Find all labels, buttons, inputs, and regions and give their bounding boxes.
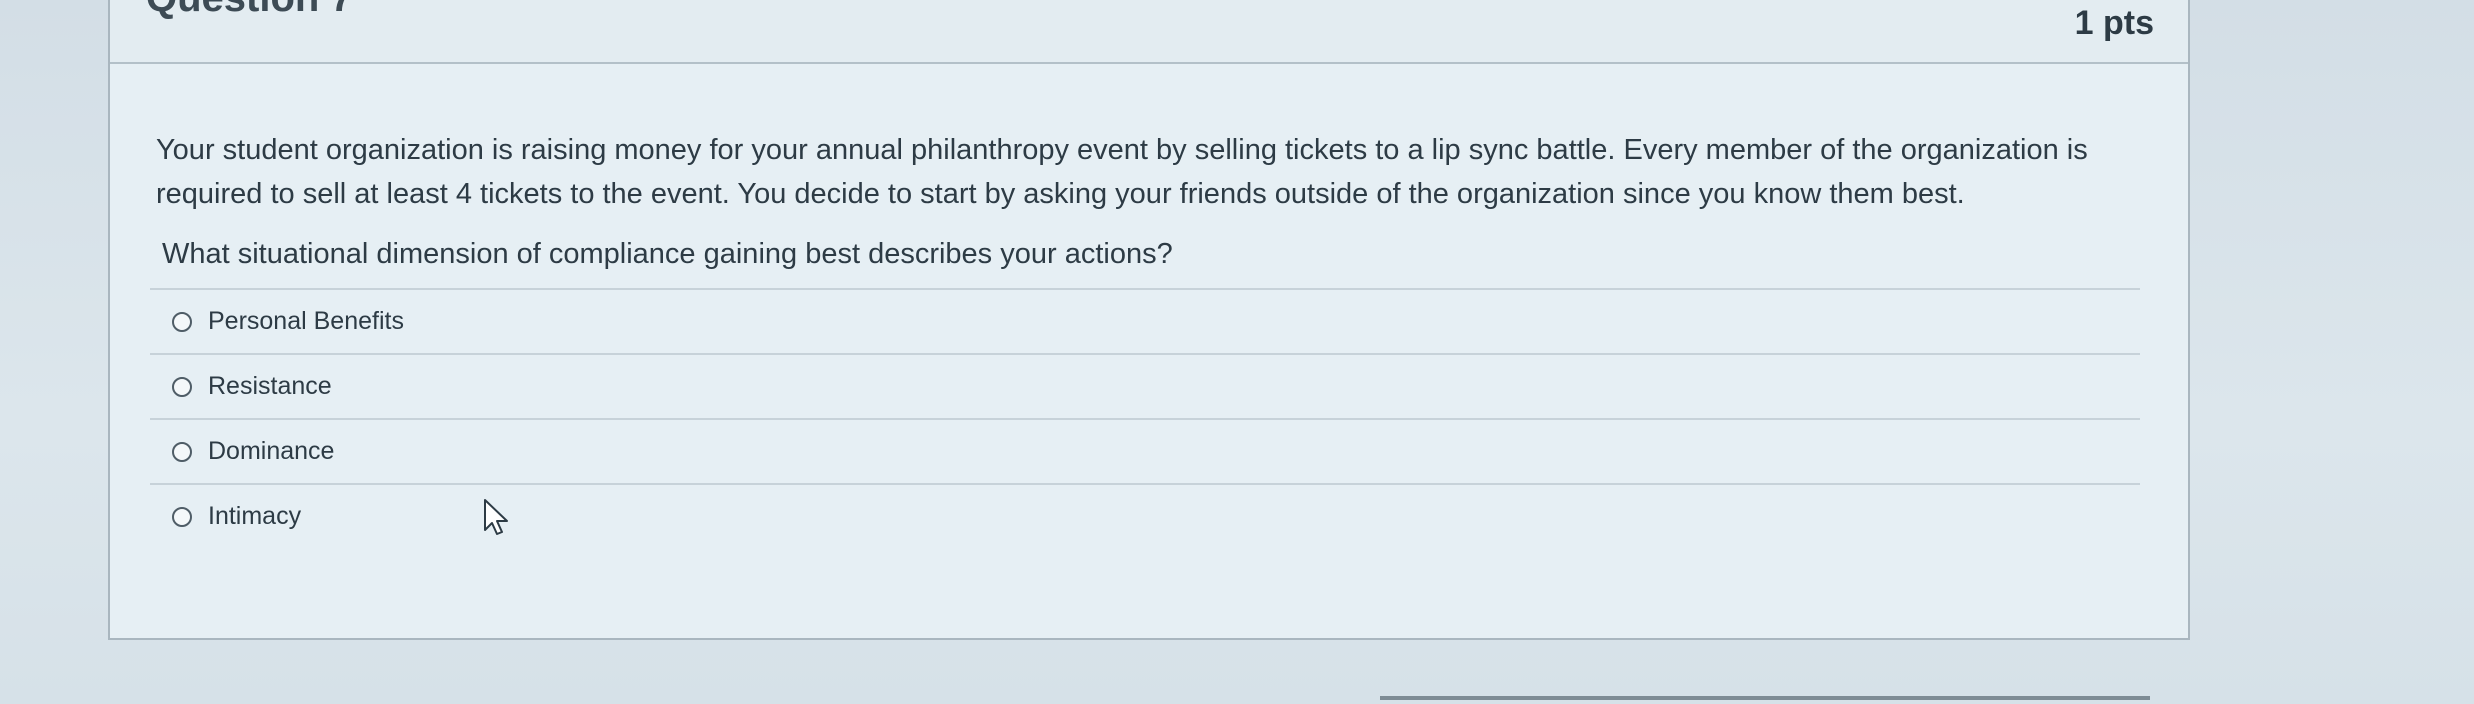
answer-option-resistance[interactable]: Resistance [150, 355, 2140, 420]
question-header: Question 7 1 pts [110, 0, 2188, 64]
answer-label: Resistance [208, 372, 332, 400]
answer-label: Intimacy [208, 502, 302, 530]
radio-button[interactable] [172, 376, 192, 397]
answer-option-personal-benefits[interactable]: Personal Benefits [150, 290, 2140, 355]
answer-option-dominance[interactable]: Dominance [150, 420, 2140, 485]
question-body: Your student organization is raising mon… [156, 128, 2136, 276]
answer-list: Personal Benefits Resistance Dominance I… [150, 288, 2140, 548]
answer-label: Personal Benefits [208, 307, 404, 335]
answer-label: Dominance [208, 437, 335, 465]
question-prompt: Your student organization is raising mon… [156, 134, 2088, 210]
radio-button[interactable] [172, 506, 192, 527]
question-panel: Question 7 1 pts Your student organizati… [108, 0, 2190, 640]
mouse-pointer-icon [484, 499, 508, 535]
divider [1380, 696, 2150, 700]
question-text: What situational dimension of compliance… [162, 238, 1173, 270]
answer-option-intimacy[interactable]: Intimacy [150, 485, 2140, 548]
screen: Question 7 1 pts Your student organizati… [0, 0, 2474, 704]
radio-button[interactable] [172, 311, 192, 332]
question-title: Question 7 [146, 0, 353, 18]
question-points: 1 pts [2074, 4, 2154, 42]
radio-button[interactable] [172, 441, 192, 462]
